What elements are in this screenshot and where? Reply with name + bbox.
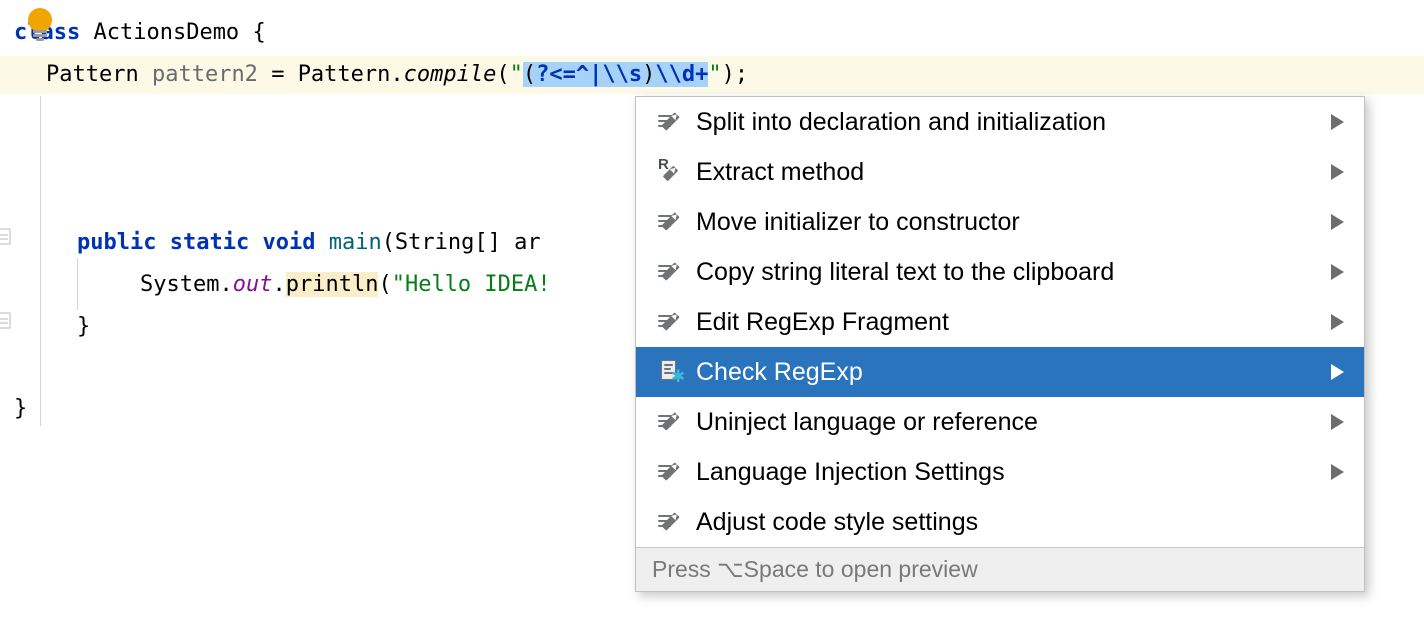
lightbulb-base	[33, 30, 47, 33]
submenu-arrow-icon[interactable]	[1331, 114, 1344, 130]
refactor-icon: R	[658, 157, 684, 185]
menu-item-label: Adjust code style settings	[696, 507, 979, 536]
menu-item-label: Copy string literal text to the clipboar…	[696, 257, 1115, 286]
menu-item-label: Language Injection Settings	[696, 457, 1005, 486]
menu-item-adjust-code-style-settings[interactable]: Adjust code style settings	[636, 497, 1364, 547]
token-type-name: ActionsDemo	[93, 20, 240, 45]
intention-icon	[658, 459, 684, 485]
token-system: System	[140, 272, 220, 297]
menu-item-extract-method[interactable]: R Extract method	[636, 147, 1364, 197]
submenu-arrow-icon[interactable]	[1331, 214, 1344, 230]
token-brace-open: {	[252, 20, 266, 45]
regexp-check-icon: ✱	[658, 359, 685, 386]
token-dot: .	[272, 272, 286, 297]
menu-item-label: Edit RegExp Fragment	[696, 307, 949, 336]
token-main-method: main	[328, 230, 382, 255]
code-line-pattern[interactable]: Pattern pattern2 = Pattern.compile("(?<=…	[0, 56, 1424, 94]
token-paren-close-semi: );	[721, 62, 749, 87]
lightbulb-base	[33, 34, 47, 37]
lightbulb-icon[interactable]	[26, 8, 54, 41]
intention-icon	[658, 209, 684, 235]
lightbulb-base	[36, 38, 44, 41]
intention-icon	[658, 259, 684, 285]
submenu-arrow-icon[interactable]	[1331, 464, 1344, 480]
intention-icon	[658, 309, 684, 335]
submenu-arrow-icon[interactable]	[1331, 364, 1344, 380]
submenu-arrow-icon[interactable]	[1331, 314, 1344, 330]
code-line-class-decl[interactable]: class ActionsDemo {	[0, 14, 1424, 52]
token-equals: =	[271, 62, 285, 87]
submenu-arrow-icon[interactable]	[1331, 164, 1344, 180]
menu-item-label: Split into declaration and initializatio…	[696, 107, 1106, 136]
token-println-method: println	[285, 272, 379, 297]
token-quote-close: "	[708, 62, 722, 87]
menu-item-label: Extract method	[696, 157, 865, 186]
menu-item-edit-regexp-fragment[interactable]: Edit RegExp Fragment	[636, 297, 1364, 347]
token-paren-open: (	[378, 272, 392, 297]
popup-footer: Press ⌥Space to open preview	[636, 547, 1364, 591]
menu-item-label: Check RegExp	[696, 357, 863, 386]
token-compile-method: compile	[403, 62, 497, 87]
token-paren-open: (	[496, 62, 510, 87]
token-pattern-class: Pattern	[297, 62, 391, 87]
token-main-args: (String[] ar	[381, 230, 541, 255]
menu-item-move-initializer-to-constructor[interactable]: Move initializer to constructor	[636, 197, 1364, 247]
token-keyword-void: void	[262, 230, 316, 255]
token-pattern-type: Pattern	[46, 62, 139, 87]
intention-icon	[658, 409, 684, 435]
submenu-arrow-icon[interactable]	[1331, 414, 1344, 430]
token-pattern-var: pattern2	[151, 62, 258, 87]
token-close-brace: }	[77, 314, 91, 339]
token-dot: .	[219, 272, 233, 297]
menu-item-label: Uninject language or reference	[696, 407, 1038, 436]
menu-item-check-regexp[interactable]: ✱ Check RegExp	[636, 347, 1364, 397]
menu-item-split-into-declaration-and-initialization[interactable]: Split into declaration and initializatio…	[636, 97, 1364, 147]
token-hello-string: "Hello IDEA!	[391, 272, 551, 297]
menu-item-language-injection-settings[interactable]: Language Injection Settings	[636, 447, 1364, 497]
menu-item-label: Move initializer to constructor	[696, 207, 1020, 236]
intention-icon	[658, 509, 684, 535]
intention-actions-list[interactable]: Split into declaration and initializatio…	[636, 97, 1364, 547]
intention-icon	[658, 109, 684, 135]
menu-item-copy-string-literal-text-to-the-clipboard[interactable]: Copy string literal text to the clipboar…	[636, 247, 1364, 297]
token-quote-open: "	[509, 62, 523, 87]
token-out-field: out	[232, 272, 273, 297]
submenu-arrow-icon[interactable]	[1331, 264, 1344, 280]
token-keyword-public: public	[77, 230, 157, 255]
selected-regex-literal[interactable]: (?<=^|\\s)\\d+	[522, 62, 709, 87]
intention-actions-popup[interactable]: Split into declaration and initializatio…	[635, 96, 1365, 592]
token-keyword-static: static	[169, 230, 250, 255]
token-dot: .	[390, 62, 404, 87]
lightbulb-glass	[28, 8, 52, 32]
token-close-brace: }	[14, 396, 28, 421]
menu-item-uninject-language-or-reference[interactable]: Uninject language or reference	[636, 397, 1364, 447]
popup-footer-hint: Press ⌥Space to open preview	[652, 556, 978, 582]
